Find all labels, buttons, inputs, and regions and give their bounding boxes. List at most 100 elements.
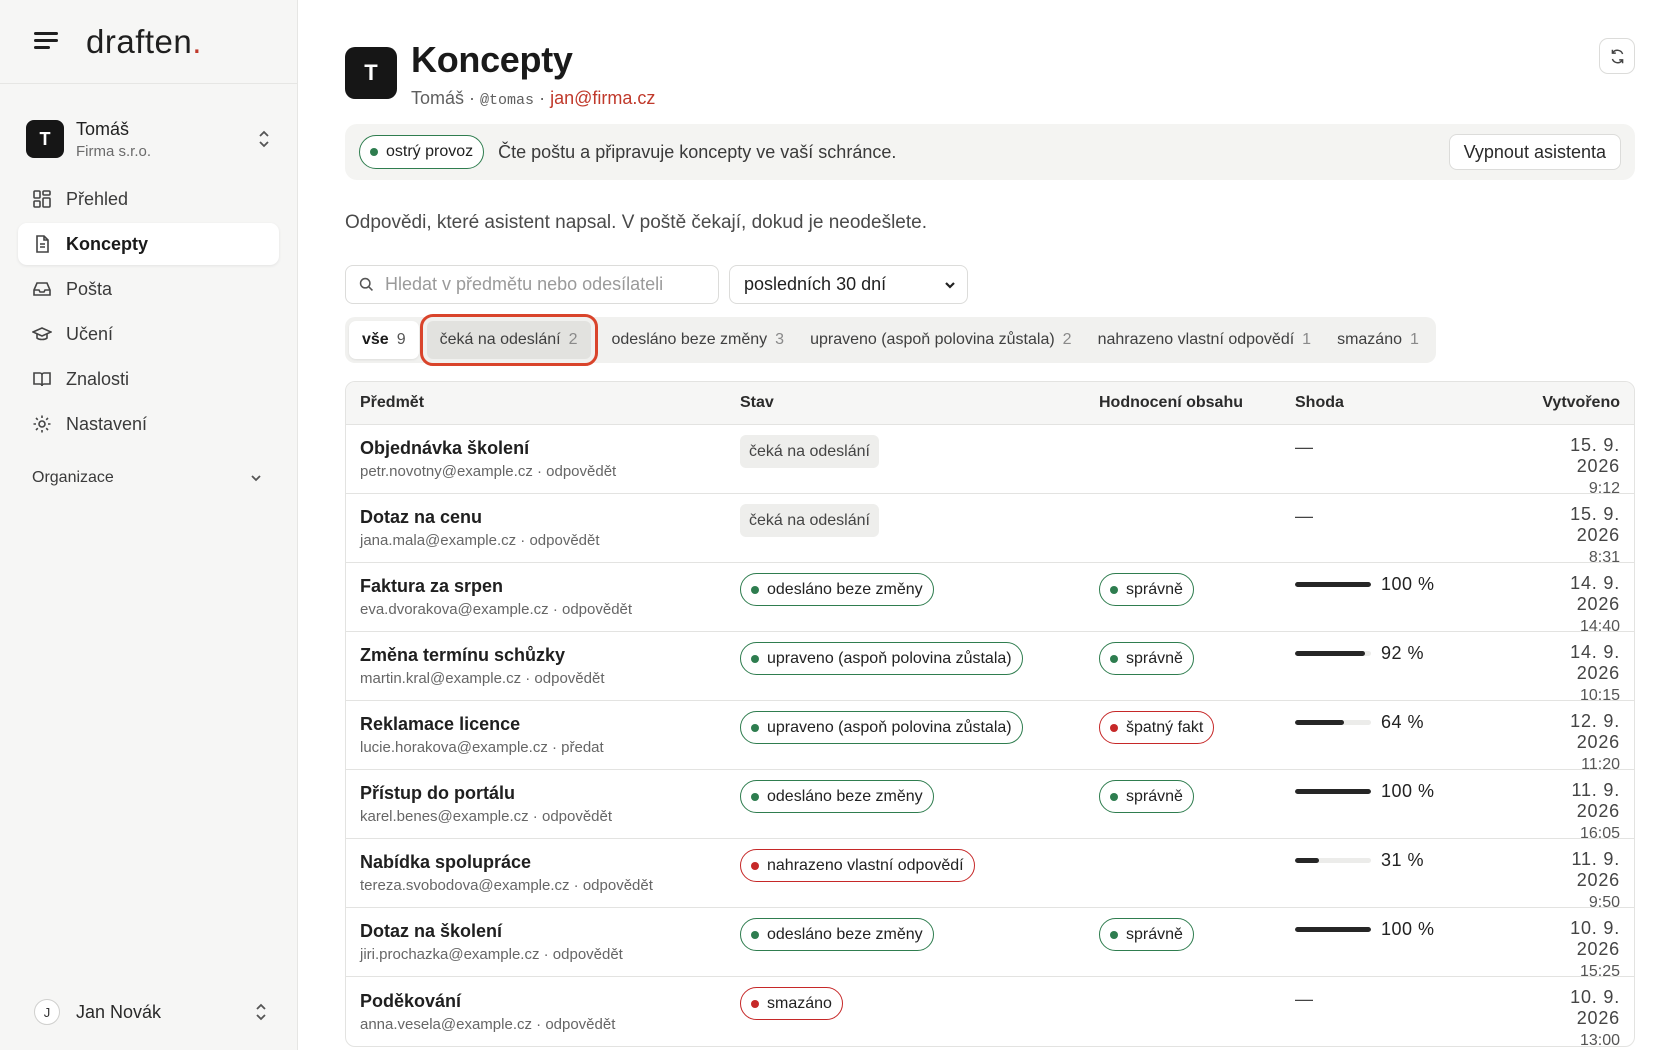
tab-odeslano-beze-zmeny[interactable]: odesláno beze změny 3 [599,321,798,359]
rating-badge: správně [1099,642,1194,675]
row-subject[interactable]: Dotaz na školení [360,921,740,942]
row-subject[interactable]: Nabídka spolupráce [360,852,740,873]
workspace-name: Tomáš [76,118,130,139]
match-indicator: 100 % [1295,781,1435,802]
table-row[interactable]: Reklamace licence lucie.horakova@example… [346,701,1634,773]
refresh-button[interactable] [1599,38,1635,74]
tab-ceka-na-odeslani[interactable]: čeká na odeslání 2 [419,314,598,366]
row-sender: petr.novotny@example.cz · odpovědět [360,463,617,480]
menu-icon[interactable] [34,31,60,53]
nav-item-nastaveni[interactable]: Nastavení [18,403,279,445]
nav-label: Přehled [66,188,129,209]
status-badge: čeká na odeslání [740,435,879,468]
table-row[interactable]: Změna termínu schůzky martin.kral@exampl… [346,632,1634,704]
account-email-link[interactable]: jan@firma.cz [550,88,655,108]
tab-nahrazeno[interactable]: nahrazeno vlastní odpovědí 1 [1085,321,1325,359]
nav-item-posta[interactable]: Pošta [18,268,279,310]
tab-smazano[interactable]: smazáno 1 [1324,321,1432,359]
match-percent: 31 % [1381,850,1425,870]
search-input[interactable] [385,274,705,295]
row-date: 11. 9. 2026 [1571,849,1620,890]
row-subject[interactable]: Změna termínu schůzky [360,645,740,666]
main-content: T Koncepty Tomáš · @tomas · jan@firma.cz… [345,0,1635,1050]
logo[interactable]: draften. [86,23,202,61]
status-badge: upraveno (aspoň polovina zůstala) [740,642,1023,675]
match-bar-fill [1295,651,1365,656]
user-menu[interactable]: J Jan Novák [0,992,298,1032]
status-dot [751,792,759,801]
match-empty: — [1295,506,1313,526]
tab-upraveno[interactable]: upraveno (aspoň polovina zůstala) 2 [797,321,1085,359]
row-date: 14. 9. 2026 [1570,642,1620,683]
match-empty: — [1295,437,1313,457]
organizace-section-toggle[interactable]: Organizace [0,461,297,495]
row-sender: jiri.prochazka@example.cz · odpovědět [360,946,623,963]
table-row[interactable]: Přístup do portálu karel.benes@example.c… [346,770,1634,842]
match-percent: 100 % [1381,781,1435,801]
nav-item-prehled[interactable]: Přehled [18,178,279,220]
chevron-down-icon [945,281,955,289]
disable-assistant-button[interactable]: Vypnout asistenta [1448,134,1621,170]
row-subject[interactable]: Dotaz na cenu [360,507,740,528]
match-bar [1295,651,1371,656]
row-date: 15. 9. 2026 [1570,435,1620,476]
dashboard-icon [33,190,51,208]
row-sender: anna.vesela@example.cz · odpovědět [360,1015,616,1033]
match-bar [1295,582,1371,587]
rating-badge: správně [1099,573,1194,606]
period-select[interactable]: posledních 30 dní [729,265,968,304]
table-row[interactable]: Faktura za srpen eva.dvorakova@example.c… [346,563,1634,635]
nav-item-znalosti[interactable]: Znalosti [18,358,279,400]
organizace-label: Organizace [32,469,114,486]
status-badge: upraveno (aspoň polovina zůstala) [740,711,1023,744]
rating-dot [1110,585,1118,594]
match-indicator: 64 % [1295,712,1424,733]
table-row[interactable]: Dotaz na cenu jana.mala@example.cz · odp… [346,494,1634,566]
column-header-subject[interactable]: Předmět [346,394,740,412]
banner-text: Čte poštu a připravuje koncepty ve vaší … [498,141,897,162]
drafts-table: Předmět Stav Hodnocení obsahu Shoda Vytv… [345,381,1635,1047]
column-header-rating[interactable]: Hodnocení obsahu [1099,394,1295,412]
chevron-updown-icon [256,1003,266,1021]
match-percent: 64 % [1381,712,1425,732]
nav-item-uceni[interactable]: Učení [18,313,279,355]
rating-badge: správně [1099,780,1194,813]
row-subject[interactable]: Poděkování [360,991,740,1012]
column-header-created[interactable]: Vytvořeno [1525,394,1634,412]
period-value: posledních 30 dní [744,274,887,294]
assistant-status-banner: ostrý provoz Čte poštu a připravuje konc… [345,124,1635,180]
rating-badge: špatný fakt [1099,711,1215,744]
refresh-icon [1611,49,1623,63]
table-row[interactable]: Nabídka spolupráce tereza.svobodova@exam… [346,839,1634,911]
match-empty: — [1295,989,1313,1009]
search-box[interactable] [345,265,719,304]
match-bar-fill [1295,858,1319,863]
table-row[interactable]: Poděkování anna.vesela@example.cz · odpo… [346,977,1634,1046]
rating-badge: správně [1099,918,1194,951]
table-row[interactable]: Objednávka školení petr.novotny@example.… [346,425,1634,497]
tab-vse[interactable]: vše 9 [349,321,419,359]
row-sender: lucie.horakova@example.cz · předat [360,739,604,756]
row-subject[interactable]: Reklamace licence [360,714,740,735]
status-dot [751,723,759,732]
match-bar-fill [1295,927,1371,932]
table-header: Předmět Stav Hodnocení obsahu Shoda Vytv… [346,382,1634,425]
column-header-match[interactable]: Shoda [1295,394,1525,412]
row-subject[interactable]: Objednávka školení [360,438,740,459]
row-subject[interactable]: Faktura za srpen [360,576,740,597]
sidebar: draften. T Tomáš Firma s.r.o. Přehled Ko… [0,0,298,1050]
match-bar-fill [1295,789,1371,794]
nav-item-koncepty[interactable]: Koncepty [18,223,279,265]
row-subject[interactable]: Přístup do portálu [360,783,740,804]
brand-bar: draften. [0,0,297,84]
match-indicator: 31 % [1295,850,1424,871]
table-row[interactable]: Dotaz na školení jiri.prochazka@example.… [346,908,1634,980]
match-percent: 92 % [1381,643,1425,663]
workspace-switcher[interactable]: T Tomáš Firma s.r.o. [0,114,297,164]
status-badge: odesláno beze změny [740,918,934,951]
nav-label: Učení [66,323,114,344]
row-sender: eva.dvorakova@example.cz · odpovědět [360,601,633,618]
column-header-status[interactable]: Stav [740,394,1099,412]
row-date: 12. 9. 2026 [1570,711,1620,752]
status-dot [751,654,759,663]
